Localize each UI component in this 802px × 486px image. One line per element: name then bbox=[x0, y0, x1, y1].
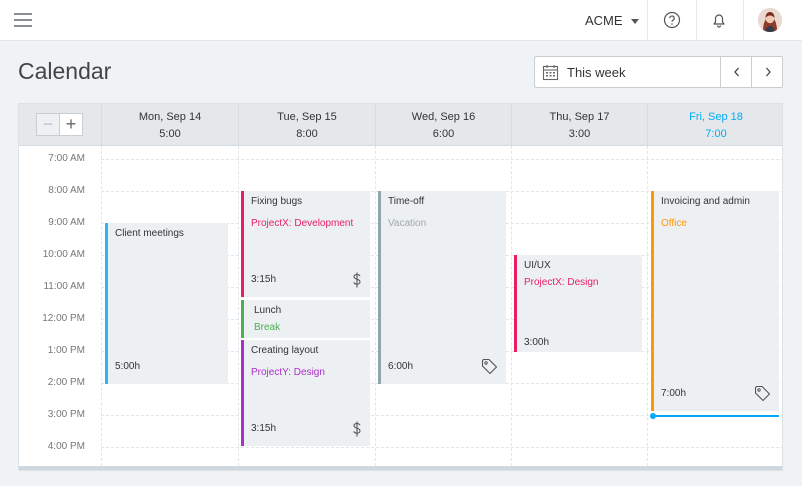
caret-down-icon bbox=[630, 19, 639, 25]
time-entry-lunch[interactable]: Lunch Break bbox=[241, 300, 370, 338]
entry-title: Client meetings bbox=[115, 228, 184, 239]
column-line bbox=[101, 146, 102, 466]
date-range-picker: This week bbox=[534, 56, 783, 88]
entry-duration: 6:00h bbox=[388, 361, 414, 372]
day-date: Tue, Sep 15 bbox=[277, 111, 337, 123]
bell-icon[interactable] bbox=[709, 10, 729, 30]
day-header-thu[interactable]: Thu, Sep 17 3:00 bbox=[511, 104, 647, 146]
day-header-fri[interactable]: Fri, Sep 18 7:00 bbox=[647, 104, 782, 146]
day-total: 8:00 bbox=[296, 128, 318, 140]
column-line bbox=[375, 146, 376, 466]
dollar-icon[interactable] bbox=[352, 272, 362, 288]
hour-label: 8:00 AM bbox=[48, 185, 85, 196]
entry-duration: 3:15h bbox=[251, 274, 277, 285]
tag-icon[interactable] bbox=[481, 358, 498, 375]
zoom-in-button[interactable]: + bbox=[59, 113, 83, 136]
current-time-line bbox=[653, 415, 779, 417]
current-time-dot bbox=[650, 413, 656, 419]
time-entry-client-meetings[interactable]: Client meetings 5:00h bbox=[105, 223, 228, 384]
zoom-controls: − + bbox=[36, 113, 84, 136]
hour-label: 1:00 PM bbox=[47, 345, 85, 356]
plus-icon: + bbox=[65, 114, 77, 134]
entry-project: Office bbox=[661, 218, 687, 229]
entry-duration: 5:00h bbox=[115, 361, 141, 372]
calendar-grid: − + Mon, Sep 14 5:00 Tue, Sep 15 8:00 Wed,… bbox=[18, 103, 783, 471]
date-range-button[interactable]: This week bbox=[535, 57, 720, 87]
divider bbox=[743, 0, 744, 40]
page-title: Calendar bbox=[18, 58, 112, 84]
hour-label: 10:00 AM bbox=[42, 249, 85, 260]
entry-title: Time-off bbox=[388, 196, 425, 207]
entry-title: Invoicing and admin bbox=[661, 196, 750, 207]
time-entry-invoicing-admin[interactable]: Invoicing and admin Office 7:00h bbox=[651, 191, 779, 411]
entry-duration: 7:00h bbox=[661, 388, 687, 399]
next-week-button[interactable] bbox=[751, 57, 783, 87]
chevron-left-icon bbox=[734, 67, 739, 77]
dollar-icon[interactable] bbox=[352, 421, 362, 437]
tag-icon[interactable] bbox=[754, 385, 771, 402]
column-line bbox=[511, 146, 512, 466]
day-date: Thu, Sep 17 bbox=[549, 111, 610, 123]
top-bar: ACME bbox=[0, 0, 802, 41]
day-header-tue[interactable]: Tue, Sep 15 8:00 bbox=[238, 104, 375, 146]
day-total: 6:00 bbox=[432, 128, 455, 140]
hour-label: 12:00 PM bbox=[42, 313, 85, 324]
hour-line bbox=[101, 159, 782, 160]
divider bbox=[647, 0, 648, 40]
entry-duration: 3:00h bbox=[524, 337, 550, 348]
day-header-mon[interactable]: Mon, Sep 14 5:00 bbox=[101, 104, 238, 146]
chevron-right-icon bbox=[766, 67, 771, 77]
entry-title: UI/UX bbox=[524, 260, 551, 271]
column-line bbox=[238, 146, 239, 466]
day-date: Mon, Sep 14 bbox=[138, 111, 202, 123]
hour-line bbox=[101, 447, 782, 448]
prev-week-button[interactable] bbox=[720, 57, 752, 87]
divider bbox=[696, 0, 697, 40]
entry-project: ProjectX: Development bbox=[251, 218, 354, 229]
entry-title: Lunch bbox=[254, 305, 282, 316]
hour-label: 7:00 AM bbox=[48, 153, 85, 164]
hour-label: 4:00 PM bbox=[47, 441, 85, 452]
hour-label: 2:00 PM bbox=[47, 377, 85, 388]
day-date: Fri, Sep 18 bbox=[689, 111, 743, 123]
entry-project: ProjectY: Design bbox=[251, 367, 325, 378]
entry-title: Fixing bugs bbox=[251, 196, 303, 207]
hamburger-icon[interactable] bbox=[14, 13, 32, 27]
entry-title: Creating layout bbox=[251, 345, 319, 356]
calendar-header: − + Mon, Sep 14 5:00 Tue, Sep 15 8:00 Wed,… bbox=[19, 104, 782, 146]
calendar-icon bbox=[542, 65, 559, 81]
workspace-name: ACME bbox=[585, 13, 623, 28]
date-range-label: This week bbox=[567, 65, 626, 80]
scroll-track[interactable] bbox=[19, 466, 782, 470]
day-date: Wed, Sep 16 bbox=[411, 111, 476, 123]
entry-project: Vacation bbox=[388, 218, 427, 229]
workspace-selector[interactable]: ACME bbox=[585, 13, 639, 28]
column-line bbox=[647, 146, 648, 466]
time-entry-ui-ux[interactable]: UI/UX ProjectX: Design 3:00h bbox=[514, 255, 642, 352]
time-grid: 7:00 AM 8:00 AM 9:00 AM 10:00 AM 11:00 A… bbox=[19, 146, 782, 466]
entry-duration: 3:15h bbox=[251, 423, 277, 434]
hour-label: 3:00 PM bbox=[47, 409, 85, 420]
entry-project: ProjectX: Design bbox=[524, 277, 599, 288]
zoom-out-button[interactable]: − bbox=[36, 113, 60, 136]
minus-icon: − bbox=[42, 114, 54, 134]
day-total: 5:00 bbox=[159, 128, 181, 140]
hour-label: 11:00 AM bbox=[43, 281, 85, 292]
day-header-wed[interactable]: Wed, Sep 16 6:00 bbox=[375, 104, 511, 146]
avatar[interactable] bbox=[758, 8, 782, 32]
day-total: 7:00 bbox=[705, 128, 727, 140]
help-circle-icon[interactable] bbox=[662, 10, 682, 30]
day-total: 3:00 bbox=[568, 128, 591, 140]
time-entry-time-off[interactable]: Time-off Vacation 6:00h bbox=[378, 191, 506, 384]
time-entry-creating-layout[interactable]: Creating layout ProjectY: Design 3:15h bbox=[241, 340, 370, 446]
entry-project: Break bbox=[254, 322, 281, 333]
time-entry-fixing-bugs[interactable]: Fixing bugs ProjectX: Development 3:15h bbox=[241, 191, 370, 297]
hour-label: 9:00 AM bbox=[48, 217, 85, 228]
